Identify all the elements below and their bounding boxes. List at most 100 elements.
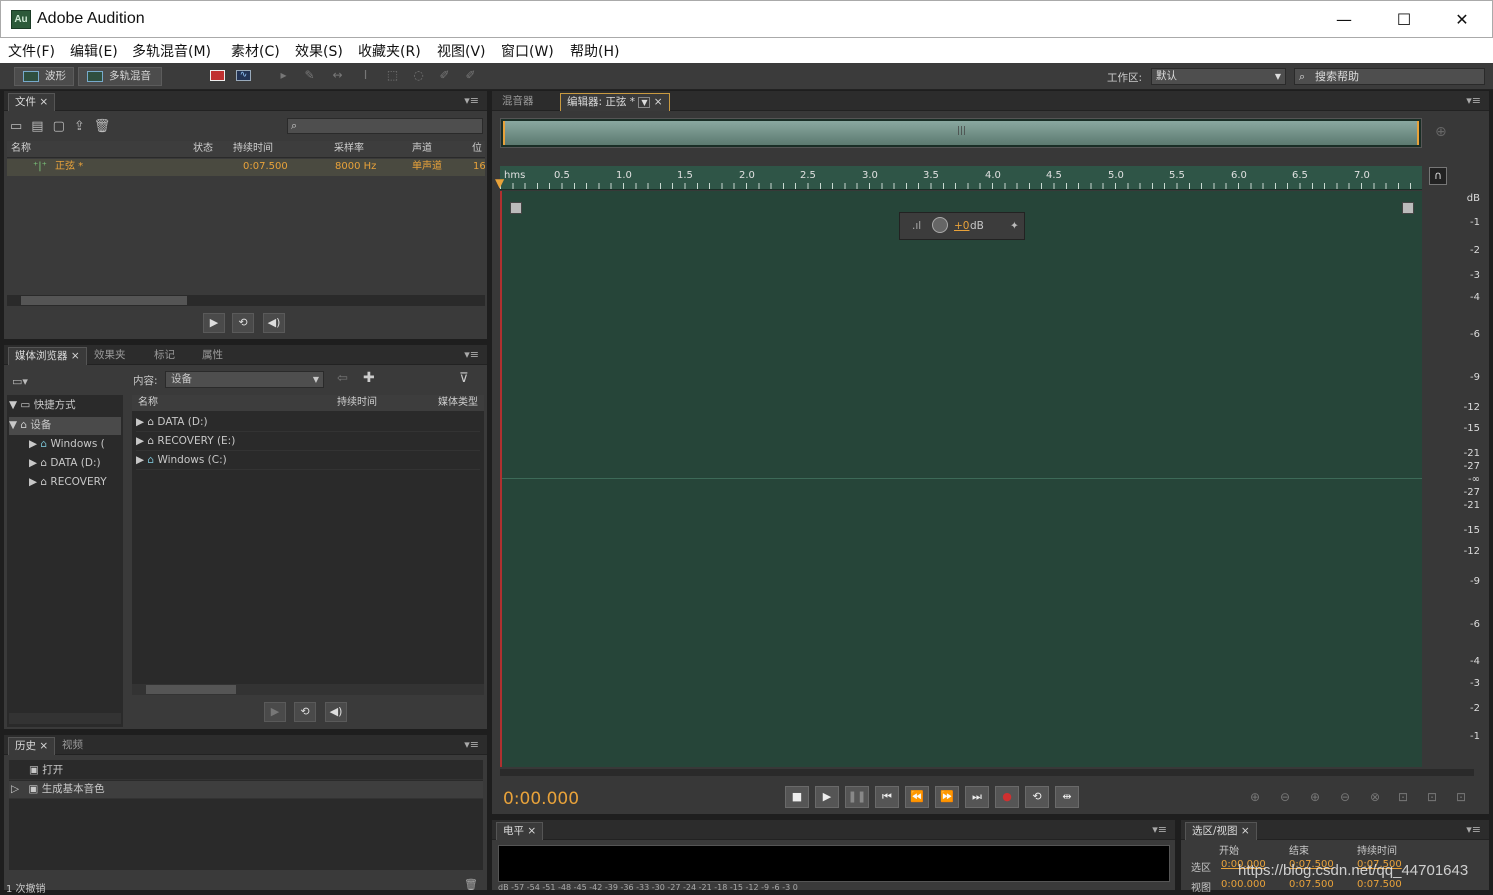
current-time[interactable]: 0:00.000: [503, 789, 579, 809]
spectral-pitch-icon[interactable]: ∿: [236, 70, 251, 81]
tab-files[interactable]: 文件 ×: [8, 93, 56, 111]
col-status[interactable]: 状态: [193, 141, 213, 157]
tab-markers[interactable]: 标记: [148, 347, 181, 365]
next-button[interactable]: ⏭: [965, 786, 989, 808]
zoom-full-icon[interactable]: ⊗: [1370, 790, 1380, 804]
col-name[interactable]: 名称: [11, 141, 31, 157]
delete-icon[interactable]: 🗑: [464, 878, 478, 891]
play-button[interactable]: ▶: [203, 313, 225, 333]
skip-selection-button[interactable]: ⇹: [1055, 786, 1079, 808]
tree-item[interactable]: ▶ ⌂ Windows (: [29, 436, 123, 454]
list-item[interactable]: ▶ ⌂ RECOVERY (E:): [136, 433, 480, 451]
workspace-select[interactable]: 默认 ▼: [1151, 68, 1286, 85]
waveform-view-button[interactable]: 波形: [14, 67, 74, 86]
zoom-out-amplitude-icon[interactable]: ⊖: [1280, 790, 1290, 804]
tab-video[interactable]: 视频: [56, 737, 89, 755]
fade-out-handle[interactable]: [1402, 202, 1414, 214]
time-selection-icon[interactable]: I: [358, 69, 373, 82]
back-icon[interactable]: ⇦: [337, 371, 348, 386]
view-start[interactable]: 0:00.000: [1221, 879, 1266, 890]
delete-icon[interactable]: 🗑: [94, 119, 120, 134]
history-item[interactable]: ▣ 打开: [9, 762, 483, 780]
tab-mixer[interactable]: 混音器: [496, 93, 540, 111]
menu-clip[interactable]: 素材(C): [231, 41, 280, 61]
panel-menu-icon[interactable]: ▾≡: [464, 738, 479, 751]
spectral-frequency-icon[interactable]: [210, 70, 225, 81]
play-button[interactable]: ▶: [264, 702, 286, 722]
playhead-marker[interactable]: ▼: [495, 176, 504, 190]
lasso-tool-icon[interactable]: ◌: [411, 69, 426, 82]
zoom-in-time-icon[interactable]: ⊕: [1310, 790, 1320, 804]
loop-button[interactable]: ⟲: [1025, 786, 1049, 808]
menu-multitrack[interactable]: 多轨混音(M): [132, 41, 211, 61]
menu-edit[interactable]: 编辑(E): [70, 41, 118, 61]
list-scrollbar[interactable]: [132, 684, 484, 695]
history-item[interactable]: ▷ ▣ 生成基本音色: [9, 781, 483, 799]
tab-levels[interactable]: 电平 ×: [496, 822, 544, 840]
slip-tool-icon[interactable]: ↔: [330, 69, 345, 82]
col-bits[interactable]: 位: [472, 141, 482, 157]
files-search-input[interactable]: ⌕: [287, 118, 483, 134]
horizontal-scrollbar[interactable]: [7, 295, 485, 306]
gain-knob[interactable]: [932, 217, 948, 233]
minimize-button[interactable]: —: [1321, 7, 1367, 33]
col-duration[interactable]: 持续时间: [233, 141, 273, 157]
view-duration[interactable]: 0:07.500: [1357, 879, 1402, 890]
previous-button[interactable]: ⏮: [875, 786, 899, 808]
menu-help[interactable]: 帮助(H): [570, 41, 619, 61]
maximize-button[interactable]: ☐: [1381, 7, 1427, 33]
zoom-in-amplitude-icon[interactable]: ⊕: [1250, 790, 1260, 804]
new-file-icon[interactable]: ▢: [53, 119, 74, 134]
menu-file[interactable]: 文件(F): [8, 41, 55, 61]
col-duration[interactable]: 持续时间: [337, 395, 377, 411]
time-ruler[interactable]: hms 0.5 1.0 1.5 2.0 2.5 3.0 3.5 4.0 4.5 …: [495, 166, 1422, 190]
razor-tool-icon[interactable]: ✎: [302, 69, 317, 82]
close-button[interactable]: ✕: [1439, 7, 1485, 33]
view-end[interactable]: 0:07.500: [1289, 879, 1334, 890]
menu-view[interactable]: 视图(V): [437, 41, 486, 61]
tree-scrollbar[interactable]: [9, 713, 121, 724]
menu-favorites[interactable]: 收藏夹(R): [358, 41, 421, 61]
tab-media-browser[interactable]: 媒体浏览器 ×: [8, 347, 87, 365]
zoom-left-icon[interactable]: ⊡: [1427, 790, 1437, 804]
brush-tool-icon[interactable]: ✐: [437, 69, 452, 82]
stop-button[interactable]: ■: [785, 786, 809, 808]
tree-item[interactable]: ▶ ⌂ DATA (D:): [29, 455, 123, 473]
multitrack-view-button[interactable]: 多轨混音: [78, 67, 162, 86]
list-item[interactable]: ▶ ⌂ DATA (D:): [136, 414, 480, 432]
tree-item[interactable]: ▼ ⌂ 设备: [9, 417, 121, 435]
zoom-icon[interactable]: ⊕: [1435, 124, 1447, 140]
tab-selection-view[interactable]: 选区/视图 ×: [1185, 822, 1257, 840]
healing-tool-icon[interactable]: ✐: [463, 69, 478, 82]
tree-item[interactable]: ▶ ⌂ RECOVERY: [29, 474, 123, 492]
fade-in-handle[interactable]: [510, 202, 522, 214]
headphones-icon[interactable]: ∩: [1429, 167, 1447, 185]
content-select[interactable]: 设备 ▼: [165, 371, 324, 388]
zoom-right-icon[interactable]: ⊡: [1456, 790, 1466, 804]
play-button[interactable]: ▶: [815, 786, 839, 808]
panel-menu-icon[interactable]: ▾≡: [1152, 823, 1167, 836]
loop-button[interactable]: ⟲: [232, 313, 254, 333]
auto-play-button[interactable]: ◀): [325, 702, 347, 722]
overview-bar[interactable]: |||: [500, 118, 1422, 148]
export-icon[interactable]: ⇪: [74, 119, 94, 134]
auto-play-button[interactable]: ◀): [263, 313, 285, 333]
list-item[interactable]: ▶ ⌂ Windows (C:): [136, 452, 480, 470]
menu-effects[interactable]: 效果(S): [295, 41, 343, 61]
display-options-icon[interactable]: ▭▾: [12, 375, 28, 388]
tab-editor[interactable]: 编辑器: 正弦 * ▼ ×: [560, 93, 670, 111]
tab-history[interactable]: 历史 ×: [8, 737, 56, 755]
record-button[interactable]: ●: [995, 786, 1019, 808]
panel-menu-icon[interactable]: ▾≡: [1466, 823, 1481, 836]
filter-icon[interactable]: ⊽: [459, 371, 469, 386]
gain-value[interactable]: +0: [954, 213, 969, 239]
zoom-selection-icon[interactable]: ⊡: [1398, 790, 1408, 804]
panel-menu-icon[interactable]: ▾≡: [464, 348, 479, 361]
gain-hud[interactable]: .ıl +0 dB ✦: [899, 212, 1025, 240]
rewind-button[interactable]: ⏪: [905, 786, 929, 808]
col-channels[interactable]: 声道: [412, 141, 432, 157]
loop-button[interactable]: ⟲: [294, 702, 316, 722]
panel-menu-icon[interactable]: ▾≡: [464, 94, 479, 107]
add-shortcut-icon[interactable]: ✚: [363, 370, 375, 386]
db-scale[interactable]: dB -1 -2 -3 -4 -6 -9 -12 -15 -21 -27 -∞ …: [1424, 191, 1484, 767]
